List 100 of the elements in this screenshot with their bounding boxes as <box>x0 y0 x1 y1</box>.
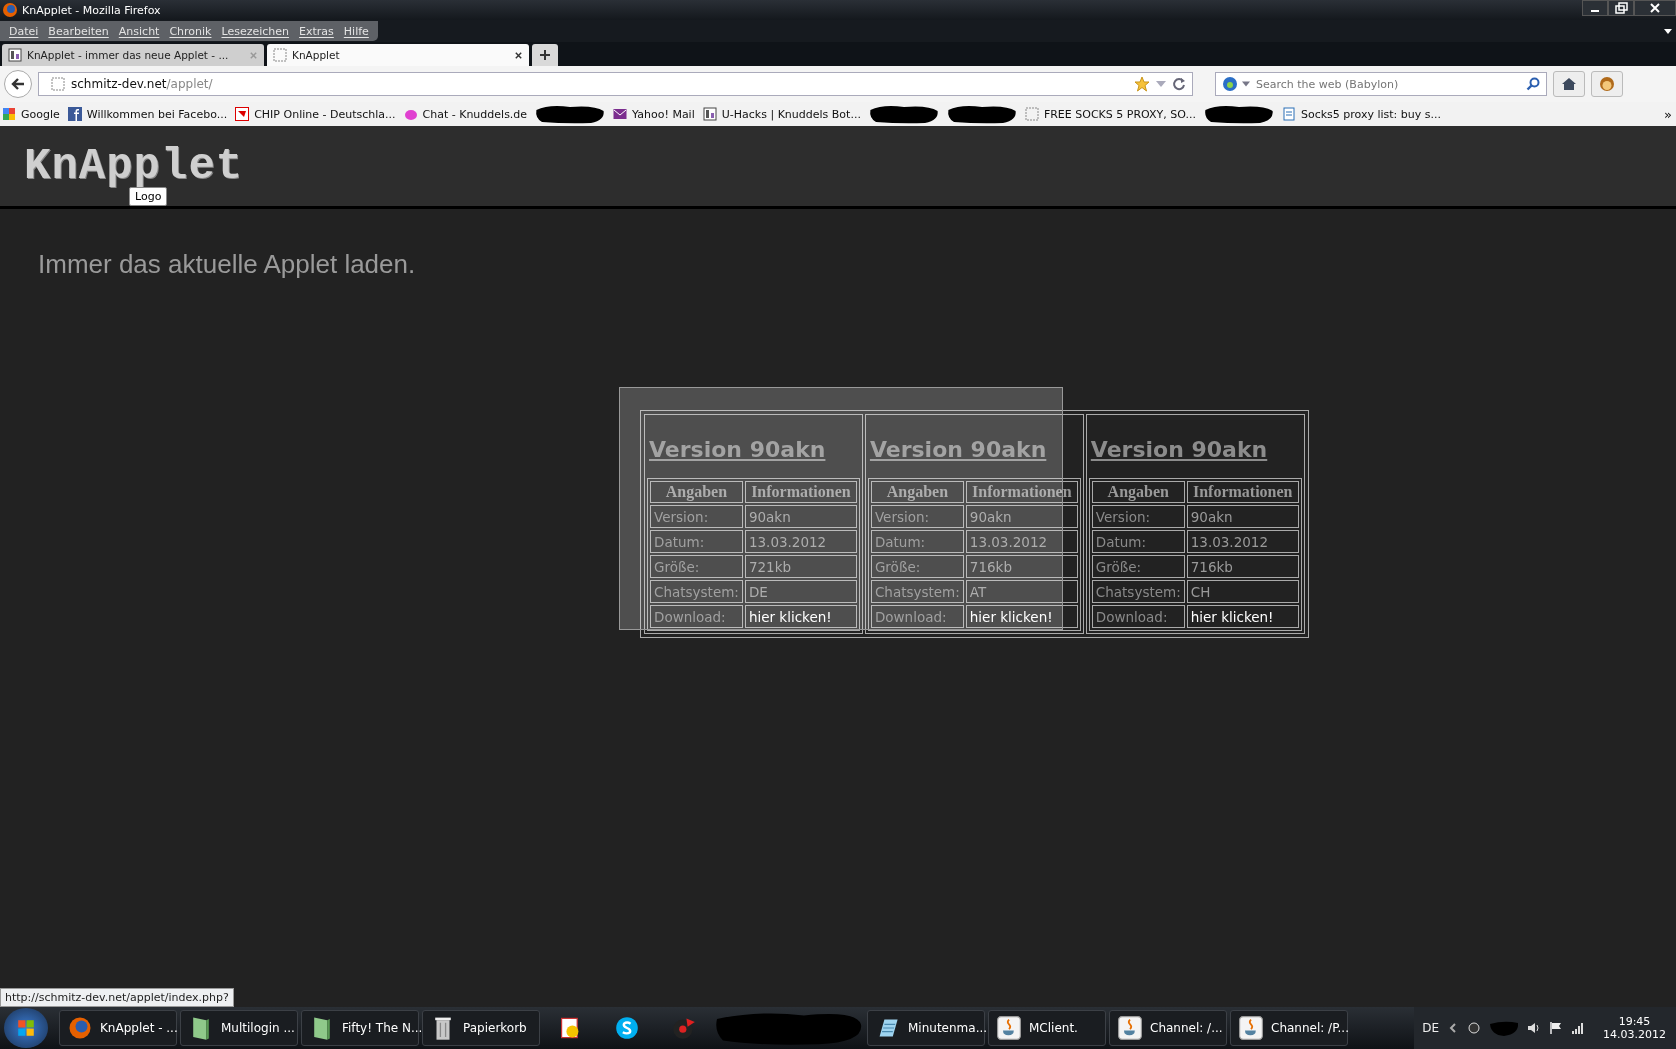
star-icon[interactable] <box>1134 76 1150 92</box>
taskbar-button[interactable]: MClient. <box>988 1010 1106 1046</box>
menu-item[interactable]: Ansicht <box>113 24 165 38</box>
table-cell: Download: <box>870 605 964 628</box>
firefox-icon <box>2 2 18 18</box>
table-cell: 90akn <box>965 505 1078 528</box>
home-button[interactable] <box>1553 71 1585 97</box>
bookmark-item[interactable]: CHIP Online - Deutschla... <box>235 107 396 121</box>
table-cell: Datum: <box>650 530 743 553</box>
new-tab-button[interactable] <box>532 44 558 66</box>
column-header: Angaben <box>870 481 964 503</box>
close-icon[interactable] <box>514 50 523 60</box>
bookmark-item[interactable]: Willkommen bei Facebo... <box>67 107 228 121</box>
column-header: Informationen <box>744 481 857 503</box>
table-cell: Download: <box>650 605 743 628</box>
reload-icon[interactable] <box>1172 77 1186 91</box>
menu-item[interactable]: Datei <box>4 24 44 38</box>
menu-item[interactable]: Lesezeichen <box>216 24 295 38</box>
taskbar-button[interactable]: Multilogin ... <box>180 1010 298 1046</box>
search-icon[interactable] <box>1526 77 1540 91</box>
back-arrow-icon <box>10 76 26 92</box>
bookmark-item[interactable]: Yahoo! Mail <box>613 107 695 121</box>
coffee-cup-icon <box>997 1015 1021 1041</box>
signal-bars-icon[interactable] <box>1571 1021 1585 1035</box>
table-cell: DE <box>744 580 857 603</box>
taskbar-button[interactable]: Fifty! The N... <box>301 1010 419 1046</box>
back-button[interactable] <box>4 70 32 98</box>
taskbar-button[interactable]: Channel: /P... <box>1230 1010 1348 1046</box>
bookmark-item[interactable]: Chat - Knuddels.de <box>403 107 528 121</box>
search-bar[interactable]: Search the web (Babylon) <box>1215 72 1547 96</box>
house-icon <box>1561 76 1577 92</box>
more-bookmarks-button[interactable]: » <box>1664 106 1672 122</box>
facebook-icon <box>67 107 82 121</box>
table-cell: 13.03.2012 <box>965 530 1078 553</box>
table-cell: Datum: <box>1091 530 1185 553</box>
addon-button[interactable] <box>1591 71 1623 97</box>
clock-time[interactable]: 19:45 <box>1618 1015 1651 1028</box>
taskbar-button[interactable]: KnApplet - ... <box>59 1010 177 1046</box>
table-cell: 90akn <box>1186 505 1299 528</box>
chevron-left-icon[interactable] <box>1447 1022 1459 1034</box>
menu-item[interactable]: Extras <box>294 24 339 38</box>
table-cell: Download: <box>1091 605 1185 628</box>
blank-page-icon <box>273 48 287 62</box>
table-cell: Chatsystem: <box>650 580 743 603</box>
page-icon <box>702 107 717 121</box>
column-header: Angaben <box>1091 481 1185 503</box>
table-cell: 90akn <box>744 505 857 528</box>
status-url: http://schmitz-dev.net/applet/index.php? <box>0 988 234 1007</box>
taskbar-button[interactable]: Channel: /... <box>1109 1010 1227 1046</box>
language-indicator[interactable]: DE <box>1422 1021 1439 1035</box>
table-cell: Chatsystem: <box>1091 580 1185 603</box>
flag-icon[interactable] <box>1549 1021 1563 1035</box>
table-cell: Größe: <box>1091 555 1185 578</box>
taskbar-button[interactable]: Papierkorb <box>422 1010 540 1046</box>
browser-tab[interactable]: KnApplet - immer das neue Applet - ... <box>2 44 264 66</box>
table-cell: CH <box>1186 580 1299 603</box>
minimize-icon[interactable] <box>1582 0 1608 16</box>
envelope-icon <box>613 107 628 121</box>
coffee-cup-icon <box>1239 1015 1263 1041</box>
taskbar-button[interactable]: Minutenma... <box>867 1010 985 1046</box>
table-cell: AT <box>965 580 1078 603</box>
table-cell: 13.03.2012 <box>744 530 857 553</box>
globe-icon <box>1222 76 1238 92</box>
browser-tab[interactable]: KnApplet <box>267 44 529 66</box>
tagline: Immer das aktuelle Applet laden. <box>38 249 417 280</box>
table-cell: 13.03.2012 <box>1186 530 1299 553</box>
table-cell: 716kb <box>965 555 1078 578</box>
start-button[interactable] <box>4 1008 48 1048</box>
table-cell: Version: <box>1091 505 1185 528</box>
redaction-mark <box>1203 104 1274 124</box>
menu-item[interactable]: Chronik <box>164 24 217 38</box>
table-cell: 716kb <box>1186 555 1299 578</box>
bookmark-item[interactable]: U-Hacks | Knuddels Bot... <box>702 107 861 121</box>
redaction-mark <box>868 104 939 124</box>
firefox-icon <box>68 1015 92 1041</box>
chip-icon <box>235 107 250 121</box>
column-header: Informationen <box>1186 481 1299 503</box>
coffee-cup-icon <box>1118 1015 1142 1041</box>
menu-item[interactable]: Hilfe <box>338 24 374 38</box>
table-cell: Größe: <box>870 555 964 578</box>
page-icon <box>8 48 22 62</box>
restore-icon[interactable] <box>1608 0 1634 16</box>
clock-date[interactable]: 14.03.2012 <box>1603 1028 1666 1041</box>
dropdown-icon[interactable] <box>1664 28 1672 34</box>
close-icon[interactable] <box>1634 0 1676 16</box>
redaction-mark <box>946 104 1017 124</box>
menu-item[interactable]: Bearbeiten <box>43 24 114 38</box>
bookmark-item[interactable]: Socks5 proxy list: buy s... <box>1281 107 1441 121</box>
google-icon <box>2 107 16 121</box>
bookmark-item[interactable]: Google <box>2 107 60 121</box>
address-field[interactable]: schmitz-dev.net/applet/ <box>38 72 1193 96</box>
version-link[interactable]: Version 90akn <box>1090 437 1302 462</box>
bookmark-item[interactable]: FREE SOCKS 5 PROXY, SO... <box>1024 107 1196 121</box>
column-header: Angaben <box>650 481 743 503</box>
blank-page-icon <box>51 77 65 91</box>
blank-page-icon <box>1024 107 1039 121</box>
table-cell: Chatsystem: <box>870 580 964 603</box>
windows-logo-icon <box>16 1018 36 1038</box>
redaction-mark <box>1489 1020 1519 1036</box>
speaker-icon[interactable] <box>1527 1021 1541 1035</box>
